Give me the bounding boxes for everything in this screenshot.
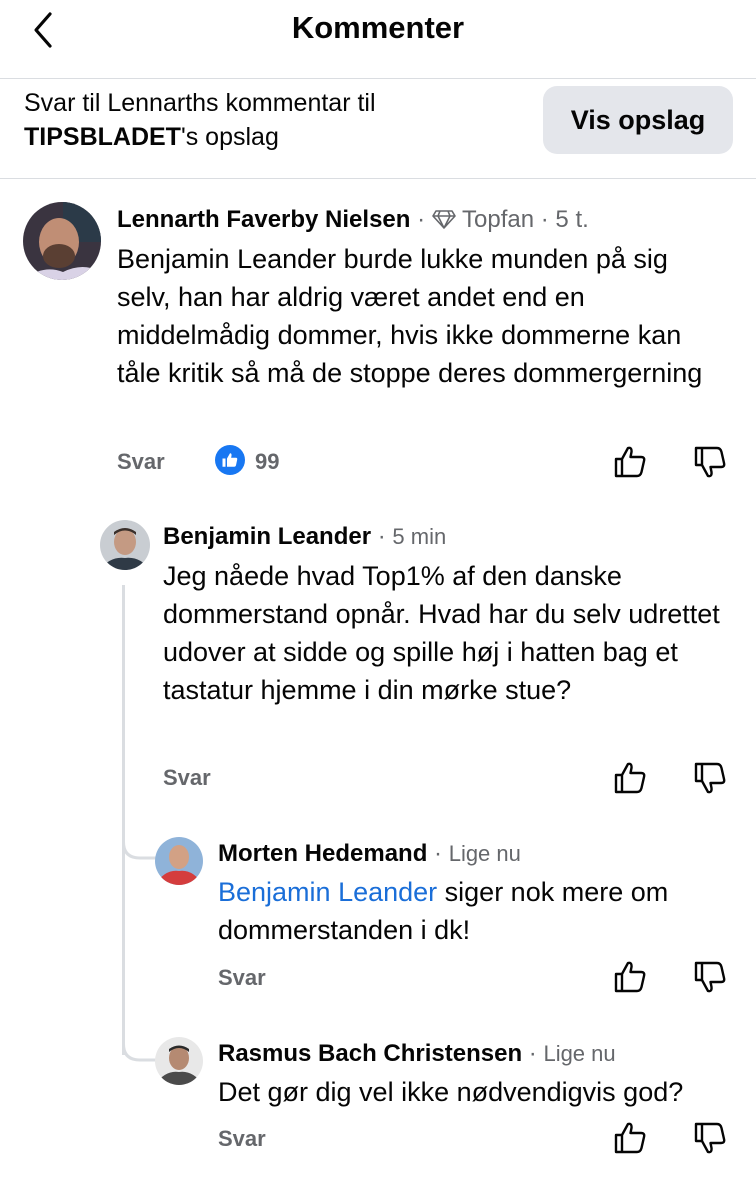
thumbs-up-icon[interactable]	[610, 442, 650, 482]
mention-link[interactable]: Benjamin Leander	[218, 877, 437, 907]
reply-page-name: TIPSBLADET	[24, 123, 181, 151]
comment-header: Benjamin Leander · 5 min	[163, 523, 447, 550]
reply-button[interactable]: Svar	[218, 965, 266, 991]
thumbs-down-icon[interactable]	[690, 442, 730, 482]
thumbs-down-icon[interactable]	[690, 957, 730, 997]
thumbs-down-icon[interactable]	[690, 1118, 730, 1158]
avatar[interactable]	[155, 1037, 203, 1085]
context-divider	[0, 178, 756, 179]
comment-text: Det gør dig vel ikke nødvendigvis god?	[218, 1077, 684, 1107]
thumbs-up-icon[interactable]	[610, 758, 650, 798]
reply-suffix: 's opslag	[180, 123, 279, 151]
comment-header: Rasmus Bach Christensen · Lige nu	[218, 1040, 616, 1067]
avatar[interactable]	[23, 202, 101, 280]
reply-button[interactable]: Svar	[163, 765, 211, 791]
timestamp: 5 t.	[555, 206, 589, 233]
timestamp: 5 min	[392, 524, 447, 549]
diamond-icon	[431, 210, 456, 229]
comment-header: Morten Hedemand · Lige nu	[218, 840, 521, 867]
thread-connector	[122, 830, 158, 860]
timestamp: Lige nu	[448, 841, 521, 866]
timestamp: Lige nu	[543, 1041, 616, 1066]
reply-button[interactable]: Svar	[117, 449, 165, 475]
comment-text: Jeg nåede hvad Top1% af den danske domme…	[163, 561, 720, 705]
reply-context: Svar til Lennarths kommentar til TIPSBLA…	[24, 86, 504, 154]
view-post-button[interactable]: Vis opslag	[543, 86, 733, 154]
reply-prefix: Svar til Lennarths kommentar til	[24, 89, 376, 117]
thread-line	[122, 585, 125, 1055]
like-reaction-icon[interactable]	[215, 445, 245, 475]
author-name[interactable]: Morten Hedemand	[218, 840, 427, 867]
page-title: Kommenter	[291, 10, 465, 45]
thumbs-up-icon[interactable]	[610, 957, 650, 997]
author-name[interactable]: Benjamin Leander	[163, 523, 371, 550]
reply-button[interactable]: Svar	[218, 1126, 266, 1152]
like-count[interactable]: 99	[255, 449, 279, 475]
avatar[interactable]	[100, 520, 150, 570]
header-divider	[0, 78, 756, 79]
comment-text: Benjamin Leander burde lukke munden på s…	[117, 244, 703, 388]
comment-header: Lennarth Faverby Nielsen · Topfan · 5 t.	[117, 206, 589, 233]
avatar[interactable]	[155, 837, 203, 885]
topfan-badge: Topfan	[462, 206, 535, 233]
thread-connector	[122, 1030, 158, 1062]
thumbs-down-icon[interactable]	[690, 758, 730, 798]
author-name[interactable]: Rasmus Bach Christensen	[218, 1040, 522, 1067]
comment-text: Benjamin Leander siger nok mere om domme…	[218, 873, 733, 949]
thumbs-up-icon[interactable]	[610, 1118, 650, 1158]
author-name[interactable]: Lennarth Faverby Nielsen	[117, 206, 410, 233]
